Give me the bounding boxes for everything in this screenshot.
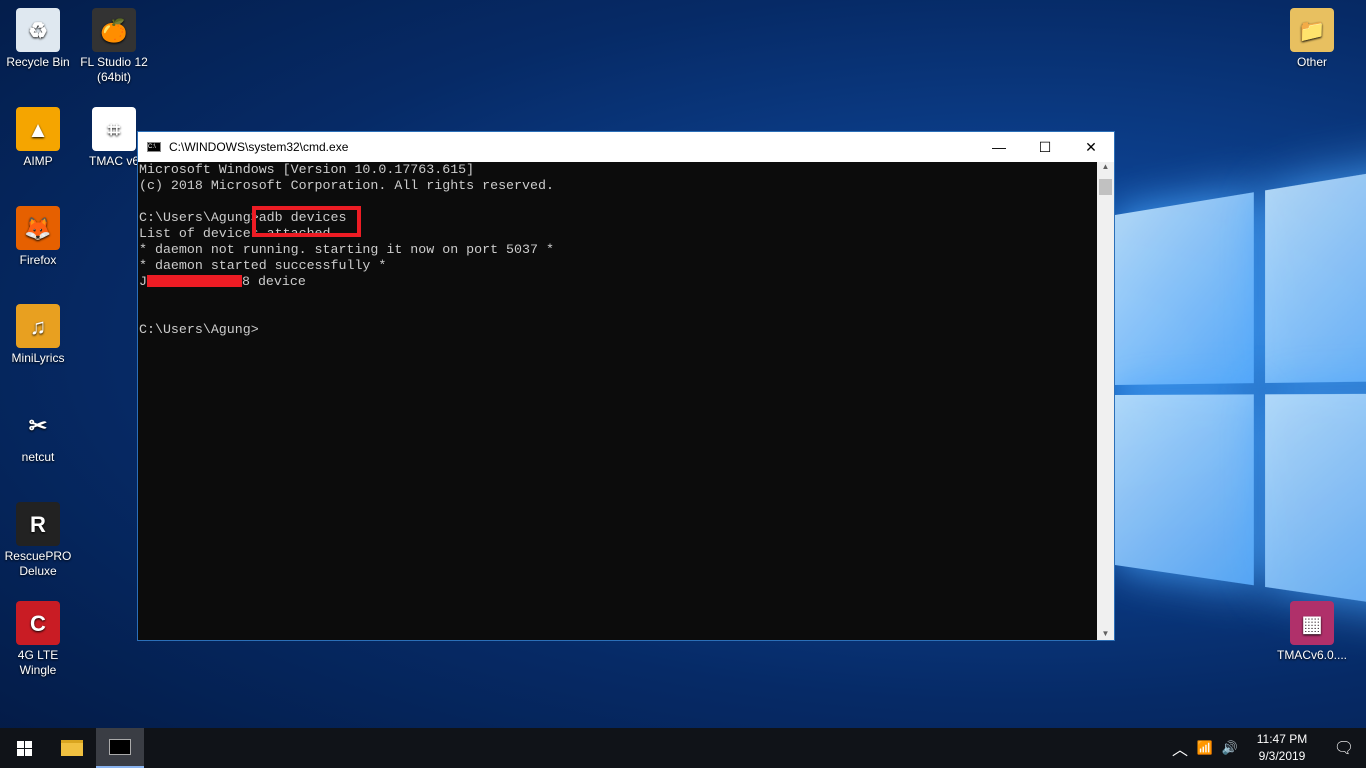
desktop-icon[interactable]: 🦊 Firefox — [0, 206, 76, 268]
desktop-icon[interactable]: 🍊 FL Studio 12 (64bit) — [76, 8, 152, 85]
minimize-button[interactable]: — — [976, 132, 1022, 162]
console-line: (c) 2018 Microsoft Corporation. All righ… — [139, 178, 554, 193]
start-button[interactable] — [0, 728, 48, 768]
notification-icon[interactable]: 🗨 — [1322, 738, 1366, 758]
app-icon: ♻ — [16, 8, 60, 52]
desktop-icon-label: Other — [1296, 55, 1327, 69]
windows-logo-wallpaper — [1115, 158, 1366, 641]
desktop-icon-label: RescuePRO Deluxe — [4, 549, 72, 578]
volume-icon[interactable]: 🔊 — [1218, 740, 1242, 756]
desktop-icon[interactable]: ▲ AIMP — [0, 107, 76, 169]
desktop-icon[interactable]: ♻ Recycle Bin — [0, 8, 76, 70]
folder-icon — [61, 740, 83, 756]
desktop-icon-label: netcut — [21, 450, 55, 464]
date: 9/3/2019 — [1258, 749, 1306, 763]
desktop-icon-label: TMACv6.0.... — [1276, 648, 1347, 662]
desktop-icon-label: Firefox — [19, 253, 57, 267]
time: 11:47 PM — [1256, 732, 1308, 746]
console-line: * daemon not running. starting it now on… — [139, 242, 554, 257]
highlight-box — [252, 206, 361, 237]
taskbar: ︿ 📶 🔊 11:47 PM 9/3/2019 🗨 — [0, 728, 1366, 768]
console-line: * daemon started successfully * — [139, 258, 387, 273]
app-icon: C — [16, 601, 60, 645]
close-button[interactable]: ✕ — [1068, 132, 1114, 162]
scrollbar[interactable]: ▲ ▼ — [1097, 162, 1114, 640]
cmd-window[interactable]: C:\ C:\WINDOWS\system32\cmd.exe — ☐ ✕ Mi… — [137, 131, 1115, 641]
app-icon: 📁 — [1290, 8, 1334, 52]
desktop-icon[interactable]: C 4G LTE Wingle — [0, 601, 76, 678]
app-icon: R — [16, 502, 60, 546]
app-icon: 🍊 — [92, 8, 136, 52]
app-icon: ▦ — [1290, 601, 1334, 645]
desktop-icon-label: AIMP — [23, 154, 53, 168]
scroll-thumb[interactable] — [1099, 179, 1112, 195]
desktop-icon[interactable]: ♫ MiniLyrics — [0, 304, 76, 366]
console-line: Microsoft Windows [Version 10.0.17763.61… — [139, 162, 475, 177]
app-icon: ♫ — [16, 304, 60, 348]
cmd-icon: C:\ — [147, 142, 161, 152]
desktop-icon-label: Recycle Bin — [6, 55, 70, 69]
wifi-icon[interactable]: 📶 — [1192, 740, 1218, 756]
prompt-line: C:\Users\Agung> — [139, 322, 259, 337]
desktop-icon[interactable]: R RescuePRO Deluxe — [0, 502, 76, 579]
maximize-button[interactable]: ☐ — [1022, 132, 1068, 162]
app-icon: ⌗ — [92, 107, 136, 151]
device-line: J 8 device — [139, 274, 1097, 290]
device-suffix: 8 device — [241, 274, 306, 289]
desktop-icon-label: MiniLyrics — [11, 351, 65, 365]
cmd-taskbar-button[interactable] — [96, 728, 144, 768]
clock[interactable]: 11:47 PM 9/3/2019 — [1242, 731, 1322, 765]
windows-icon — [16, 740, 32, 756]
redaction-bar — [146, 275, 242, 288]
desktop-icon[interactable]: 📁 Other — [1274, 8, 1350, 70]
app-icon: ✂ — [28, 412, 48, 438]
title-bar[interactable]: C:\ C:\WINDOWS\system32\cmd.exe — ☐ ✕ — [138, 132, 1114, 162]
file-explorer-button[interactable] — [48, 728, 96, 768]
desktop-icon-label: 4G LTE Wingle — [17, 648, 59, 677]
device-prefix: J — [139, 274, 147, 289]
desktop-icon-label: FL Studio 12 (64bit) — [80, 55, 148, 84]
desktop-icon[interactable]: ✂ netcut — [0, 403, 76, 465]
window-title: C:\WINDOWS\system32\cmd.exe — [169, 140, 349, 154]
cmd-icon — [109, 739, 131, 755]
chevron-up-icon[interactable]: ︿ — [1168, 736, 1192, 760]
app-icon: 🦊 — [16, 206, 60, 250]
desktop-icon[interactable]: ▦ TMACv6.0.... — [1274, 601, 1350, 663]
scroll-down-icon[interactable]: ▼ — [1097, 629, 1114, 638]
app-icon: ▲ — [16, 107, 60, 151]
scroll-up-icon[interactable]: ▲ — [1097, 162, 1114, 171]
